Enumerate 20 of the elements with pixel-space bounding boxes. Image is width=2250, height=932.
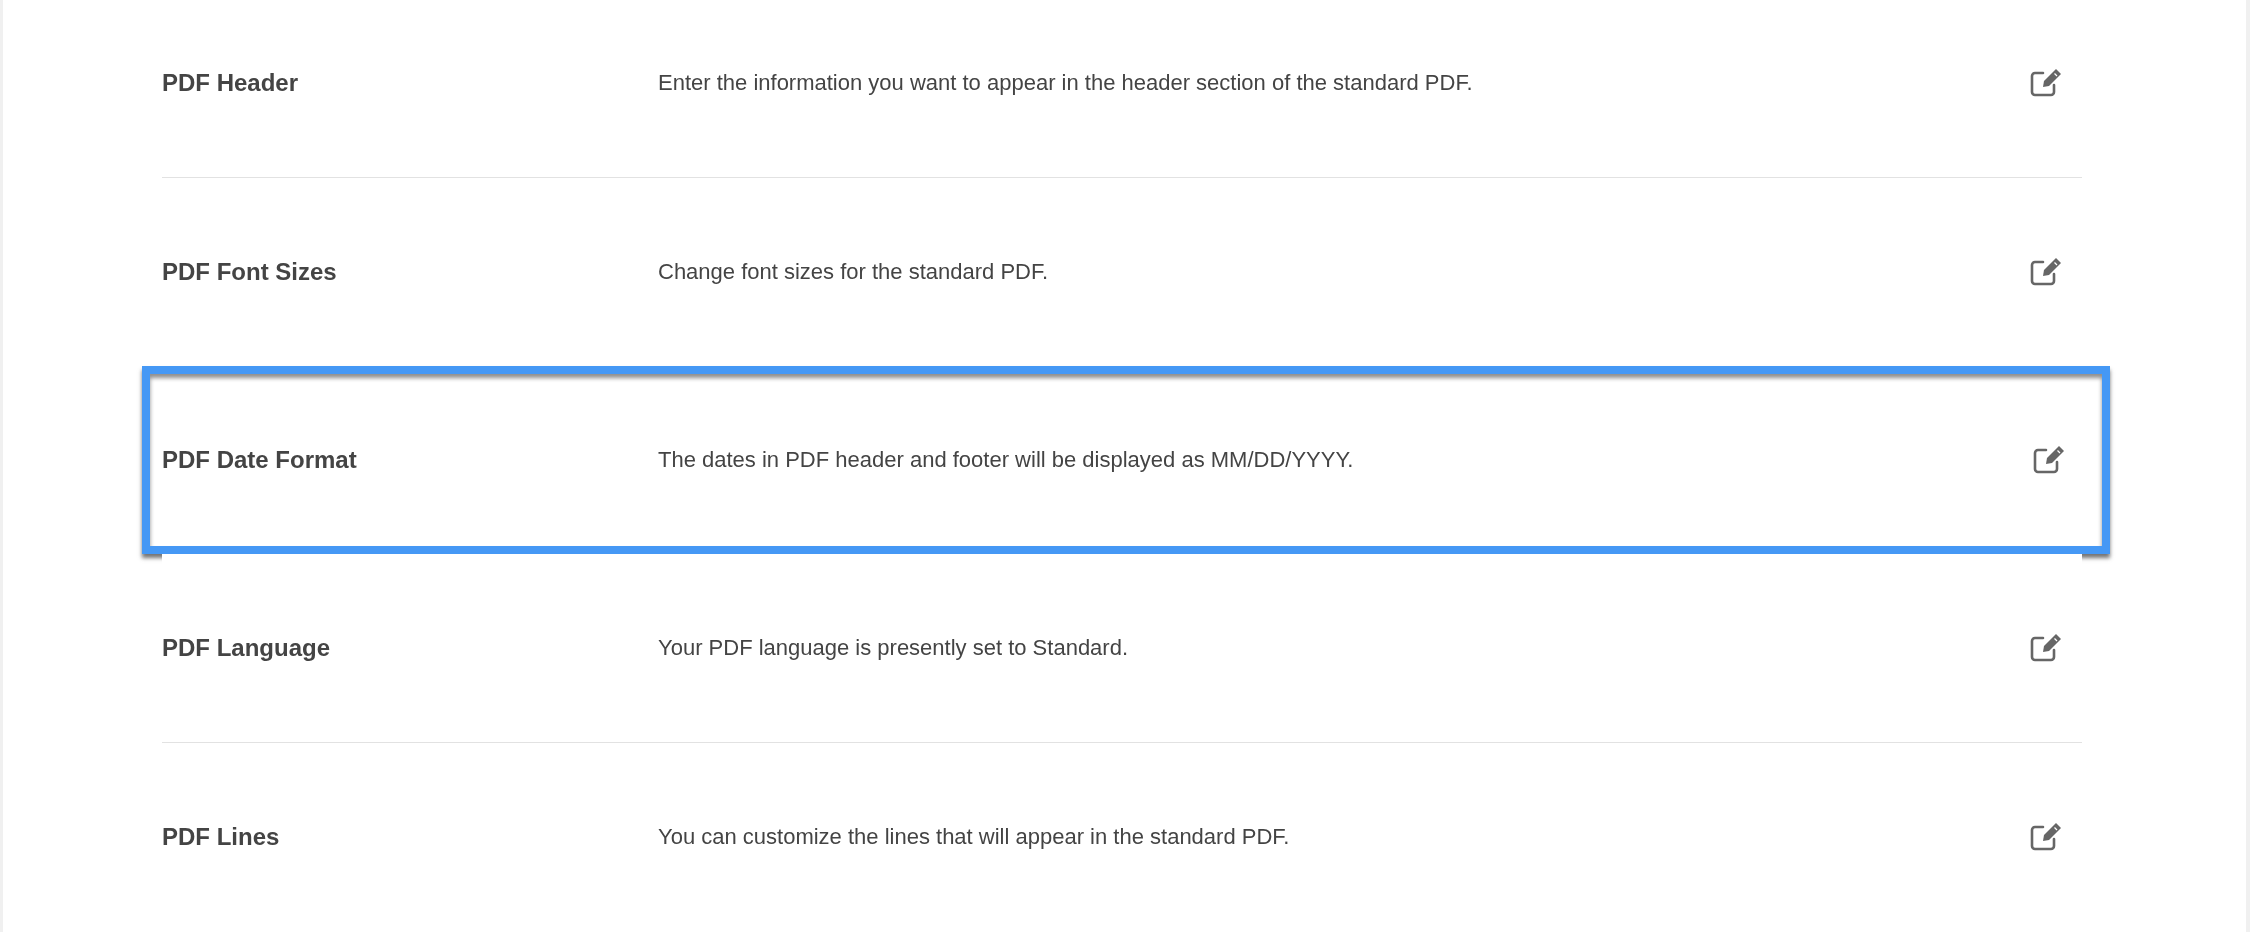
edit-button[interactable] [2032, 445, 2066, 475]
edit-button[interactable] [2029, 68, 2063, 98]
edit-icon [2029, 633, 2063, 663]
setting-description: Enter the information you want to appear in the header section of the standard PDF. [658, 70, 1474, 96]
edit-button[interactable] [2029, 633, 2063, 663]
edit-button[interactable] [2029, 822, 2063, 852]
edit-icon [2032, 445, 2066, 475]
setting-description: You can customize the lines that will appear in the standard PDF. [658, 824, 1291, 850]
edit-icon [2029, 257, 2063, 287]
edit-button[interactable] [2029, 257, 2063, 287]
setting-description: The dates in PDF header and footer will be displayed as MM/DD/YYYY. [658, 447, 1355, 473]
setting-label: PDF Language [162, 634, 331, 662]
setting-label: PDF Date Format [162, 446, 358, 474]
setting-label: PDF Lines [162, 823, 281, 851]
edit-icon [2029, 68, 2063, 98]
setting-label: PDF Header [162, 69, 300, 97]
setting-description: Your PDF language is presently set to Standard. [658, 635, 1130, 661]
edit-icon [2029, 822, 2063, 852]
setting-label: PDF Font Sizes [162, 258, 338, 286]
setting-description: Change font sizes for the standard PDF. [658, 259, 1050, 285]
